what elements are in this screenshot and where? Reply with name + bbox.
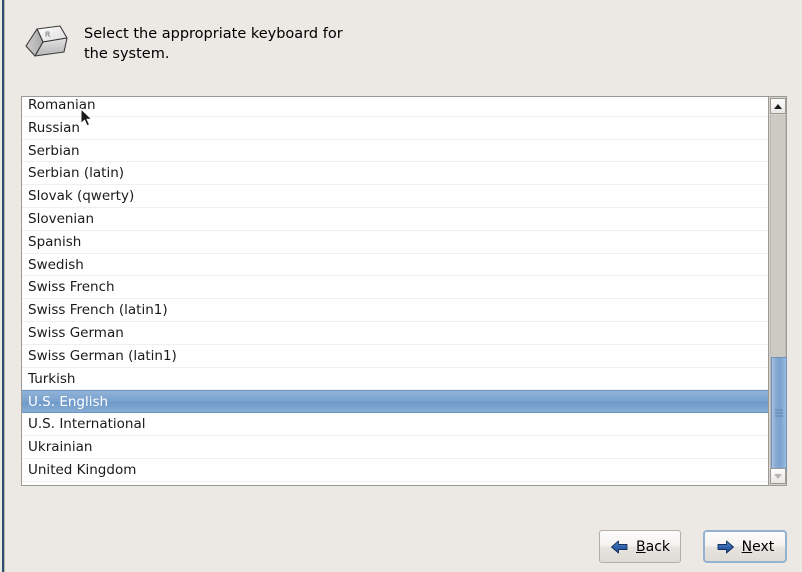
listbox-items-container: Romanian Russian Serbian Serbian (latin) Slo… <box>22 97 768 482</box>
list-item[interactable]: Slovak (qwerty) <box>22 185 768 208</box>
list-item[interactable]: Romanian <box>22 97 768 117</box>
footer-bar <box>5 490 802 572</box>
scrollbar-track[interactable] <box>770 115 787 471</box>
keyboard-layout-listbox[interactable]: Romanian Russian Serbian Serbian (latin) Slo… <box>21 96 787 486</box>
back-button[interactable]: Back <box>599 530 681 563</box>
back-label-suffix: ack <box>645 538 670 555</box>
list-item[interactable]: Turkish <box>22 368 768 391</box>
scrollbar-thumb[interactable] <box>771 357 787 471</box>
scroll-down-button[interactable] <box>770 468 786 484</box>
back-button-label: Back <box>636 539 670 555</box>
list-item[interactable]: Ukrainian <box>22 436 768 459</box>
scroll-up-button[interactable] <box>770 98 786 114</box>
back-accesskey: B <box>636 538 646 555</box>
list-item[interactable]: Serbian <box>22 140 768 163</box>
chevron-down-icon <box>774 473 782 479</box>
header-instruction-text: Select the appropriate keyboard for the … <box>84 26 343 62</box>
next-button[interactable]: Next <box>703 530 787 563</box>
list-item[interactable]: Swiss German (latin1) <box>22 345 768 368</box>
header-bar: Select the appropriate keyboard for the … <box>5 0 802 88</box>
next-label-suffix: ext <box>752 538 775 555</box>
list-item[interactable]: Russian <box>22 117 768 140</box>
list-item[interactable]: Slovenian <box>22 208 768 231</box>
arrow-right-icon <box>717 540 734 553</box>
list-item[interactable]: Swiss German <box>22 322 768 345</box>
list-item[interactable]: U.S. English <box>22 390 768 414</box>
list-item[interactable]: U.S. International <box>22 413 768 436</box>
list-item[interactable]: Spanish <box>22 231 768 254</box>
arrow-left-icon <box>611 540 628 553</box>
next-button-label: Next <box>742 539 775 555</box>
list-item[interactable]: Swiss French <box>22 276 768 300</box>
next-accesskey: N <box>741 538 753 555</box>
scrollbar-grip-icon <box>775 409 783 419</box>
listbox-vertical-scrollbar[interactable] <box>768 97 787 485</box>
keyboard-keycap-icon <box>25 25 68 57</box>
chevron-up-icon <box>774 103 782 109</box>
installer-window: Select the appropriate keyboard for the … <box>0 0 802 572</box>
list-item[interactable]: United Kingdom <box>22 459 768 482</box>
list-item[interactable]: Serbian (latin) <box>22 162 768 186</box>
listbox-viewport[interactable]: Romanian Russian Serbian Serbian (latin) Slo… <box>22 97 768 485</box>
list-item[interactable]: Swiss French (latin1) <box>22 299 768 322</box>
list-item[interactable]: Swedish <box>22 254 768 277</box>
